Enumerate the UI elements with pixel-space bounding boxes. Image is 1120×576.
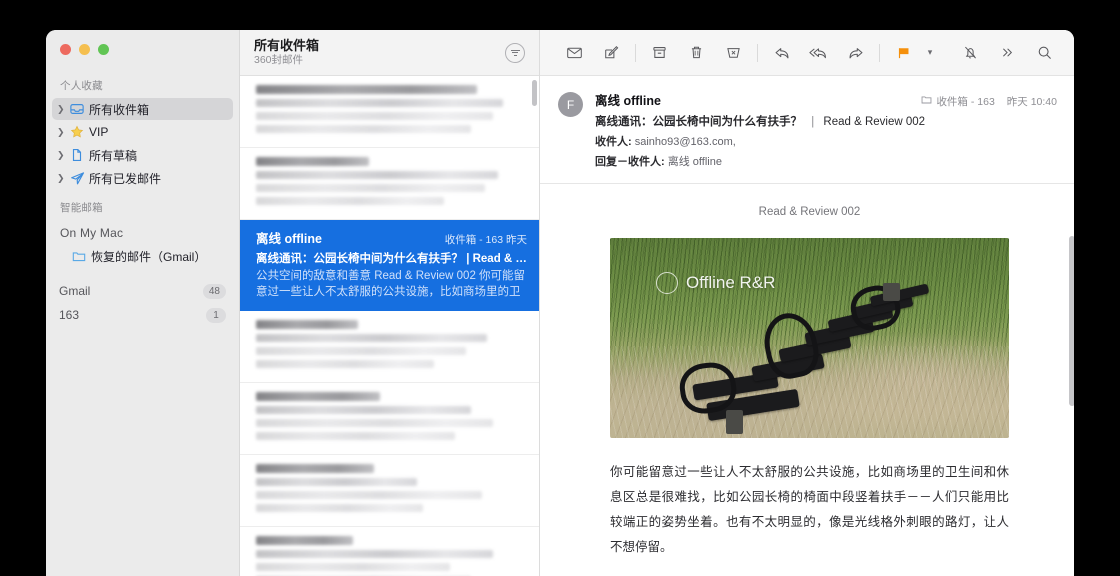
bell-slash-icon[interactable] [952, 39, 989, 67]
message-header: F 离线 offline 收件箱 - 163 昨天 10:40 离线通讯：公园长 [540, 76, 1074, 184]
junk-icon[interactable] [715, 39, 752, 67]
newsletter-title: Read & Review 002 [758, 206, 861, 218]
chevron-right-icon[interactable]: ❯ [57, 127, 68, 137]
sidebar-item-label: 所有收件箱 [89, 102, 150, 117]
minimize-button[interactable] [79, 44, 90, 55]
sidebar-account-label: 163 [59, 308, 80, 322]
toolbar-divider [635, 43, 636, 62]
bench-photo: Offline R&R [610, 238, 1009, 438]
search-icon[interactable] [1026, 39, 1063, 67]
reply-icon[interactable] [763, 39, 800, 67]
sidebar-section-favorites: 个人收藏 [60, 80, 103, 92]
park-bench [674, 281, 1001, 434]
sidebar-item-label: VIP [89, 125, 109, 139]
message-sender: 离线 offline [256, 232, 322, 246]
avatar: F [558, 92, 583, 117]
forward-icon[interactable] [837, 39, 874, 67]
folder-icon [70, 249, 88, 263]
message-body: Read & Review 002 Offline R&R 你可能留意过一些让人… [540, 184, 1074, 576]
message-mailbox: 收件箱 - 163 [921, 94, 995, 109]
image-watermark: Offline R&R [656, 272, 775, 294]
reading-pane-scrollbar[interactable] [1069, 236, 1074, 406]
sidebar-item-label: 恢复的邮件（Gmail） [91, 249, 207, 264]
to-label: 收件人: [595, 136, 632, 148]
message-list-header: 所有收件箱 360封邮件 [240, 30, 539, 76]
window-controls [46, 30, 239, 68]
sidebar: 个人收藏 ❯ 所有收件箱 ❯ VIP ❯ 所有草稿 ❯ 所有已发邮件 智能邮箱 … [46, 30, 240, 576]
body-paragraph: 你可能留意过一些让人不太舒服的公共设施，比如商场里的卫生间和休息区总是很难找，比… [610, 465, 1009, 554]
message-date: 昨天 10:40 [1006, 96, 1057, 108]
table-row[interactable] [240, 527, 539, 576]
toolbar-divider [879, 43, 880, 62]
trash-icon[interactable] [678, 39, 715, 67]
reply-to-label: 回复－收件人: [595, 156, 665, 168]
message-subject: 离线通讯：公园长椅中间为什么有扶手？ | Read & Review 002 [595, 113, 1057, 129]
watermark-logo-icon [656, 272, 678, 294]
message-to: 收件人: sainho93@163.com, [595, 133, 1057, 149]
unread-badge: 48 [202, 283, 226, 299]
inbox-icon [68, 102, 86, 116]
sidebar-item-all-sent[interactable]: ❯ 所有已发邮件 [52, 167, 233, 189]
document-icon [68, 148, 86, 162]
message-list-count: 360封邮件 [254, 53, 304, 66]
message-list-body[interactable]: 离线 offline 收件箱 - 163 昨天 离线通讯：公园长椅中间为什么有扶… [240, 76, 539, 576]
chevron-right-icon[interactable]: ❯ [57, 173, 68, 183]
compose-icon[interactable] [593, 39, 630, 67]
chevron-right-icon[interactable]: ❯ [57, 104, 68, 114]
archive-icon[interactable] [641, 39, 678, 67]
toolbar: ▾ [540, 30, 1074, 76]
sidebar-item-label: 所有已发邮件 [89, 171, 162, 186]
message-preview: 公共空间的敌意和善意 Read & Review 002 你可能留意过一些让人不… [256, 270, 526, 299]
table-row[interactable] [240, 455, 539, 527]
to-value[interactable]: sainho93@163.com, [635, 136, 736, 148]
table-row[interactable] [240, 311, 539, 383]
chevron-down-icon[interactable]: ▾ [922, 47, 938, 58]
mail-window: 个人收藏 ❯ 所有收件箱 ❯ VIP ❯ 所有草稿 ❯ 所有已发邮件 智能邮箱 … [46, 30, 1074, 576]
reply-all-icon[interactable] [800, 39, 837, 67]
message-list-scrollbar[interactable] [532, 80, 537, 106]
reply-to-value[interactable]: 离线 offline [668, 156, 722, 168]
mailbox-label: 收件箱 - 163 [936, 96, 995, 108]
sidebar-item-all-drafts[interactable]: ❯ 所有草稿 [52, 144, 233, 166]
watermark-text: Offline R&R [686, 273, 776, 292]
toolbar-divider [757, 43, 758, 62]
sidebar-account-163[interactable]: 163 1 [56, 303, 229, 327]
folder-icon [921, 94, 932, 105]
filter-icon[interactable] [505, 42, 525, 63]
sidebar-section-smart-mailboxes: 智能邮箱 [60, 202, 103, 214]
paper-plane-icon [68, 171, 86, 186]
sidebar-item-all-inboxes[interactable]: ❯ 所有收件箱 [52, 98, 233, 120]
message-list-pane: 所有收件箱 360封邮件 离线 offline 收件箱 - 163 昨天 离线通… [240, 30, 540, 576]
zoom-button[interactable] [98, 44, 109, 55]
close-button[interactable] [60, 44, 71, 55]
sidebar-section-on-my-mac: On My Mac [60, 226, 124, 240]
chevron-right-icon[interactable]: ❯ [57, 150, 68, 160]
subject-prefix: 离线通讯：公园长椅中间为什么有扶手？ [595, 116, 802, 128]
envelope-icon[interactable] [556, 39, 593, 67]
chevrons-right-icon[interactable] [989, 39, 1026, 67]
subject-divider: | [811, 116, 815, 128]
unread-badge: 1 [206, 307, 226, 323]
message-from: 离线 offline [595, 94, 661, 108]
table-row-selected[interactable]: 离线 offline 收件箱 - 163 昨天 离线通讯：公园长椅中间为什么有扶… [240, 220, 539, 311]
sidebar-account-gmail[interactable]: Gmail 48 [56, 279, 229, 303]
sidebar-account-label: Gmail [59, 284, 91, 298]
table-row[interactable] [240, 383, 539, 455]
message-list-title: 所有收件箱 [254, 37, 320, 53]
flag-icon[interactable] [885, 39, 922, 67]
message-subject: 离线通讯：公园长椅中间为什么有扶手？ | Read & Revie… [256, 253, 527, 265]
table-row[interactable] [240, 148, 539, 220]
star-icon [68, 125, 86, 139]
subject-suffix: Read & Review 002 [823, 116, 926, 128]
message-reply-to: 回复－收件人: 离线 offline [595, 153, 1057, 169]
message-meta: 收件箱 - 163 昨天 [444, 234, 527, 246]
sidebar-item-recovered-mail[interactable]: 恢复的邮件（Gmail） [52, 245, 233, 267]
sidebar-item-vip[interactable]: ❯ VIP [52, 121, 233, 143]
sidebar-item-label: 所有草稿 [89, 148, 138, 163]
table-row[interactable] [240, 76, 539, 148]
reading-pane: ▾ F 离线 offline 收件箱 - 163 昨天 10:40 离线通讯：公… [540, 30, 1074, 576]
